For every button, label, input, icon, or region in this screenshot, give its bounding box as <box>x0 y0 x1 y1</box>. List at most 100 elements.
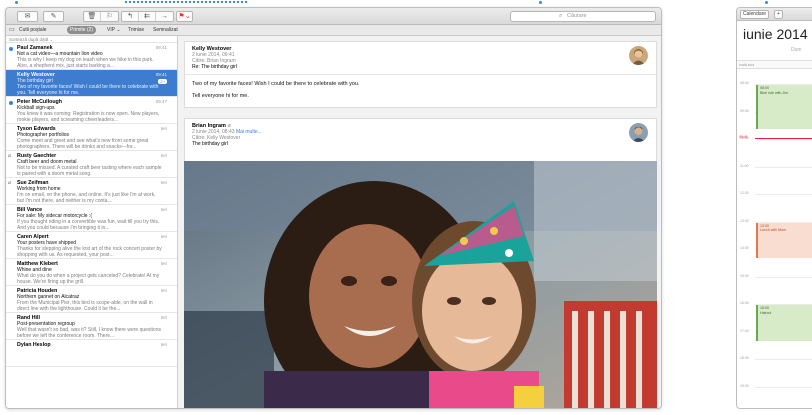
sidebar-toggle-icon[interactable]: ▭ <box>9 25 15 35</box>
message-list-item[interactable]: ⌀ Sue Zeifman Ieri Working from home I'm on … <box>6 178 177 205</box>
message-list-item[interactable]: Peter McCullough 09:47 Kickball sign-ups Yo… <box>6 97 177 124</box>
body-line: Tell everyone hi for me. <box>192 93 249 99</box>
compose-button[interactable]: ✎ <box>43 11 64 22</box>
paperclip-icon: ⌀ <box>8 153 12 159</box>
hour-label: 13:00 <box>740 218 749 223</box>
calendar-window: Calendare + iunie 2014 Dum toată ziua 08… <box>736 7 812 409</box>
message-list-item[interactable]: Dylan Heslop Ieri <box>6 340 177 367</box>
message-list-item[interactable]: ⌀ Rusty Gaechter Ieri Craft beer and doom m… <box>6 151 177 178</box>
reply-group: ↰ ⇇ → <box>121 11 174 22</box>
message-date: Ieri <box>160 315 167 320</box>
favorites-sent[interactable]: Trimise <box>128 25 144 35</box>
message-list-item[interactable]: Bill Vance Ieri For sale: My sidecar motor… <box>6 205 177 232</box>
message-list-item[interactable]: Tyson Edwards Ieri Photographer portfolios… <box>6 124 177 151</box>
event-title: Haircut <box>760 310 772 315</box>
hour-row[interactable]: 18:00 <box>737 356 812 360</box>
mail-window: ✉ ✎ 🗑 ⚐ ↰ ⇇ → ⚑⌄ ⌕ Căutare ▭ Cutii poșta… <box>5 7 662 409</box>
hour-label: 14:00 <box>740 246 749 250</box>
unread-dot-icon <box>9 47 13 51</box>
message-list-item[interactable]: Matthew Klebert Ieri Whine and dine What do… <box>6 259 177 286</box>
callout-dot <box>765 1 768 4</box>
message-preview: What do you do when a project gets cance… <box>17 273 160 285</box>
screen: ✉ ✎ 🗑 ⚐ ↰ ⇇ → ⚑⌄ ⌕ Căutare ▭ Cutii poșta… <box>0 0 812 415</box>
message-preview: Well that wasn't so bad, was it? Still, … <box>17 327 161 339</box>
hour-label: 09:00 <box>740 108 749 113</box>
message-preview: Come meet and greet and see what's new f… <box>17 138 149 150</box>
hour-row[interactable]: 12:00 <box>737 191 812 195</box>
calendar-event[interactable]: 08:00 Bike ride with Jim <box>756 85 812 129</box>
day-header: Dum <box>791 47 802 53</box>
flag-button[interactable]: ⚑⌄ <box>176 11 193 22</box>
reply-icon[interactable]: ↰ <box>122 12 139 21</box>
compose-icon: ✎ <box>50 13 57 20</box>
all-day-row: toată ziua <box>737 60 812 69</box>
hour-label: 12:00 <box>740 191 749 195</box>
message-list-item[interactable]: Paul Zamanek 09:41 Not a cat video—a mount… <box>6 43 177 70</box>
get-mail-button[interactable]: ✉ <box>17 11 38 22</box>
calendar-event[interactable]: 13:00 Lunch with Mom <box>756 222 812 259</box>
hour-row[interactable]: 11:00 <box>737 163 812 168</box>
hour-label: 15:00 <box>740 273 749 278</box>
message-preview <box>17 348 163 360</box>
add-event-button[interactable]: + <box>774 10 783 19</box>
favorites-flagged[interactable]: Semnalizat <box>153 25 178 35</box>
message-list-item[interactable]: Caren Alpert Ieri Your posters have shippe… <box>6 232 177 259</box>
unread-dot-icon <box>9 101 13 105</box>
mail-toolbar: ✉ ✎ 🗑 ⚐ ↰ ⇇ → ⚑⌄ ⌕ Căutare <box>6 8 661 25</box>
hour-label: 11:00 <box>740 163 749 168</box>
message-date: Ieri <box>160 126 167 131</box>
message-preview: This is why I keep my dog on leash when … <box>17 57 154 69</box>
reply-all-icon[interactable]: ⇇ <box>139 12 156 21</box>
event-title: Lunch with Mom <box>760 228 787 232</box>
favorites-vip[interactable]: VIP ⌄ <box>107 25 121 35</box>
hour-line <box>755 166 812 168</box>
calendar-title: iunie 2014 <box>743 26 808 42</box>
message-preview: Two of my favorite faces! Wish I could b… <box>17 84 159 96</box>
hour-label: 17:00 <box>740 328 749 333</box>
message-date: Ieri <box>160 207 167 212</box>
message-preview: I'm on email, on the phone, and online. … <box>17 192 156 204</box>
message-list-item[interactable]: Rand Hill Ieri Post-presentation regroup We… <box>6 313 177 340</box>
calendar-event[interactable]: 16:00 Haircut <box>756 305 812 341</box>
message-list: Sortează după dată ⌄ Paul Zamanek 09:41 No… <box>6 36 178 408</box>
current-time-line <box>755 138 812 139</box>
reading-pane: Kelly Westover 2 iunie 2014, 09:41 Către… <box>178 36 661 408</box>
message-date: Ieri <box>160 180 167 185</box>
forward-icon[interactable]: → <box>156 12 173 21</box>
message-list-item[interactable]: Patricia Houden Ieri Northern gannet on Al… <box>6 286 177 313</box>
hour-label: 18:00 <box>740 356 749 360</box>
hour-row[interactable]: 15:00 <box>737 273 812 278</box>
message-list-item[interactable]: Kelly Westover 09:41 The birthday girl Two … <box>6 70 177 97</box>
avatar <box>629 123 648 142</box>
callout-dotted-line <box>125 1 247 3</box>
hour-line <box>755 276 812 278</box>
attached-photo[interactable] <box>184 161 657 408</box>
message-date: Ieri <box>160 342 167 347</box>
hour-label: 08:00 <box>740 81 749 85</box>
message-date: 09:41 <box>155 45 167 50</box>
favorites-inbox[interactable]: Primite (2) <box>67 26 97 34</box>
thread-count-badge: 2 › <box>158 79 167 84</box>
junk-icon[interactable]: ⚐ <box>101 12 118 21</box>
search-icon: ⌕ <box>559 13 563 19</box>
body-line: Two of my favorite faces! Wish I could b… <box>192 81 360 87</box>
search-placeholder: Căutare <box>567 13 587 19</box>
message-preview: From the Municipal Pier, this bird is sc… <box>17 300 153 312</box>
sort-bar[interactable]: Sortează după dată ⌄ <box>6 36 177 43</box>
delete-junk-group: 🗑 ⚐ <box>83 11 119 22</box>
callout-dot <box>15 1 18 4</box>
message-date: 09:47 <box>155 99 167 104</box>
message-date: Ieri <box>160 288 167 293</box>
message-header: Kelly Westover 2 iunie 2014, 09:41 Către… <box>185 42 656 75</box>
favorites-mailboxes[interactable]: Cutii poștale <box>19 25 47 35</box>
hour-row[interactable]: 19:00 <box>737 384 812 388</box>
message-date: Ieri <box>160 234 167 239</box>
hour-row[interactable]: 10:00 <box>737 136 812 140</box>
message-card-reply: Kelly Westover 2 iunie 2014, 09:41 Către… <box>184 41 657 108</box>
trash-icon[interactable]: 🗑 <box>84 12 101 21</box>
search-input[interactable]: ⌕ Căutare <box>510 11 656 22</box>
calendars-button[interactable]: Calendare <box>740 10 770 19</box>
message-preview: You knew it was coming: Registration is … <box>17 111 160 123</box>
event-title: Bike ride with Jim <box>760 90 788 95</box>
envelope-icon: ✉ <box>24 13 31 20</box>
